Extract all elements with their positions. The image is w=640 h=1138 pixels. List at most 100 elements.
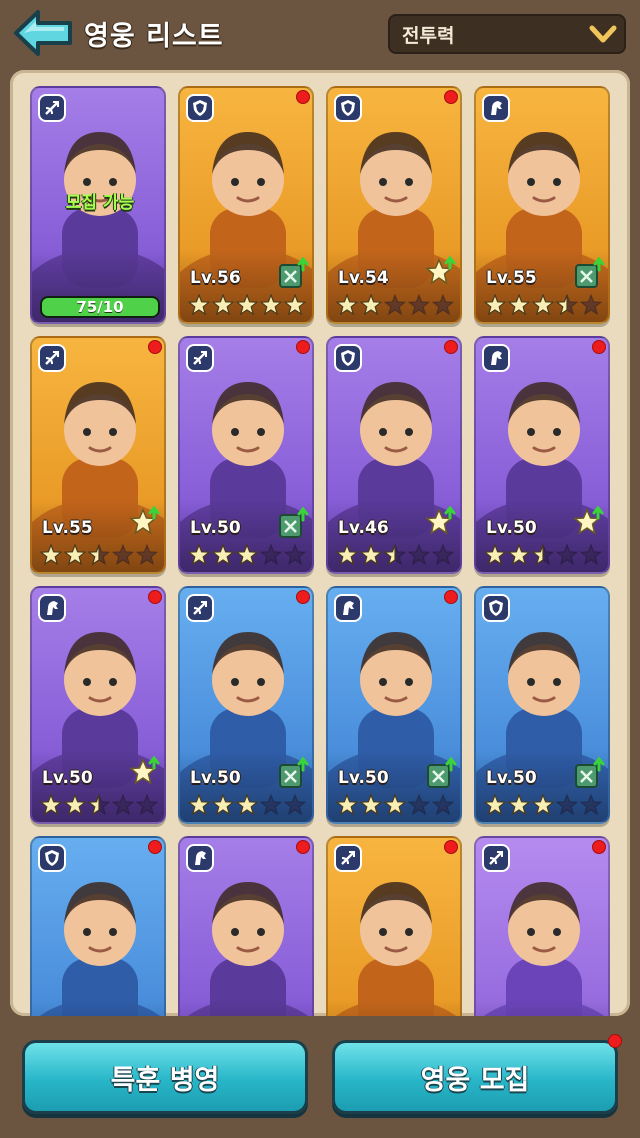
class-symbol: [343, 601, 354, 615]
hero-level: Lv.54: [338, 268, 389, 288]
star-icon: [260, 794, 282, 816]
class-symbol: [489, 851, 503, 865]
star-icon: [188, 544, 210, 566]
upgrade-symbol: [279, 256, 309, 288]
hero-card[interactable]: Lv.55: [30, 336, 166, 574]
star-icon: [236, 544, 258, 566]
new-notification-dot: [148, 340, 162, 354]
hero-card[interactable]: Lv.55: [474, 86, 610, 324]
sort-value: 전투력: [402, 24, 455, 47]
crossbow-icon: [38, 94, 66, 122]
new-notification-dot: [148, 840, 162, 854]
star-icon: [532, 544, 554, 566]
class-symbol: [491, 101, 502, 115]
hero-level: Lv.50: [486, 768, 537, 788]
star-icon: [336, 544, 358, 566]
star-icon: [432, 544, 454, 566]
hero-grid[interactable]: 모집 가능 75/10 Lv.56 Lv.54 Lv.55 Lv.55 Lv.50 Lv.46…: [30, 86, 614, 1016]
new-notification-dot: [148, 590, 162, 604]
hero-card[interactable]: [178, 836, 314, 1016]
upgrade-symbol: [575, 256, 605, 288]
card-shade: [180, 1000, 312, 1016]
star-icon: [88, 544, 110, 566]
card-shade: [328, 1000, 460, 1016]
star-icon: [212, 294, 234, 316]
hero-card[interactable]: [474, 836, 610, 1016]
hero-card[interactable]: Lv.46: [326, 336, 462, 574]
horse-icon: [334, 594, 362, 622]
hero-card[interactable]: 모집 가능 75/10: [30, 86, 166, 324]
star-icon: [64, 794, 86, 816]
crossbow-icon: [186, 344, 214, 372]
class-symbol: [341, 350, 355, 366]
upgrade-symbol: [129, 756, 160, 785]
star-icon: [40, 544, 62, 566]
hero-star-rating: [484, 294, 602, 316]
recruit-available-label: 모집 가능: [65, 193, 135, 213]
hero-card[interactable]: [326, 836, 462, 1016]
hero-card[interactable]: [30, 836, 166, 1016]
class-symbol: [193, 351, 207, 365]
star-icon: [112, 794, 134, 816]
sort-dropdown[interactable]: 전투력: [388, 14, 626, 54]
upgrade-symbol: [575, 756, 605, 788]
hero-level: Lv.50: [42, 768, 93, 788]
star-icon: [432, 294, 454, 316]
recruit-hero-label: 영웅 모집: [420, 1064, 530, 1096]
star-icon: [212, 794, 234, 816]
star-icon: [580, 794, 602, 816]
star-icon: [236, 794, 258, 816]
shield-icon: [334, 344, 362, 372]
star-icon: [284, 794, 306, 816]
hero-star-rating: [336, 544, 454, 566]
star-icon: [284, 294, 306, 316]
hero-card[interactable]: Lv.50: [178, 586, 314, 824]
hero-level: Lv.56: [190, 268, 241, 288]
shield-icon: [186, 94, 214, 122]
star-icon: [484, 544, 506, 566]
hero-card[interactable]: Lv.56: [178, 86, 314, 324]
upgrade-symbol: [573, 506, 604, 535]
shield-icon: [38, 844, 66, 872]
star-icon: [360, 544, 382, 566]
star-icon: [64, 544, 86, 566]
class-symbol: [195, 851, 206, 865]
star-icon: [284, 544, 306, 566]
hero-star-rating: [484, 794, 602, 816]
hero-card[interactable]: Lv.50: [474, 586, 610, 824]
new-notification-dot: [296, 90, 310, 104]
star-icon: [136, 544, 158, 566]
crossbow-icon: [186, 594, 214, 622]
hero-star-rating: [188, 544, 306, 566]
star-icon: [408, 794, 430, 816]
special-training-barracks-button[interactable]: 특훈 병영: [22, 1040, 308, 1114]
recruit-hero-button[interactable]: 영웅 모집: [332, 1040, 618, 1114]
shield-icon: [334, 94, 362, 122]
hero-star-rating: [336, 794, 454, 816]
hero-card[interactable]: Lv.50: [326, 586, 462, 824]
shard-progress-text: 75/10: [76, 298, 124, 316]
hero-card[interactable]: Lv.50: [474, 336, 610, 574]
back-button[interactable]: [12, 8, 74, 58]
class-symbol: [341, 100, 355, 116]
new-notification-dot: [296, 840, 310, 854]
star-icon: [484, 294, 506, 316]
hero-card[interactable]: Lv.50: [30, 586, 166, 824]
star-icon: [580, 294, 602, 316]
star-icon: [408, 294, 430, 316]
star-icon: [88, 794, 110, 816]
crossbow-icon: [334, 844, 362, 872]
star-icon: [112, 544, 134, 566]
class-symbol: [341, 851, 355, 865]
star-icon: [556, 544, 578, 566]
class-symbol: [491, 351, 502, 365]
star-icon: [384, 794, 406, 816]
star-icon: [580, 544, 602, 566]
crossbow-icon: [38, 344, 66, 372]
star-icon: [360, 794, 382, 816]
horse-icon: [38, 594, 66, 622]
hero-card[interactable]: Lv.50: [178, 336, 314, 574]
new-notification-dot: [296, 590, 310, 604]
hero-level: Lv.55: [42, 518, 93, 538]
hero-card[interactable]: Lv.54: [326, 86, 462, 324]
